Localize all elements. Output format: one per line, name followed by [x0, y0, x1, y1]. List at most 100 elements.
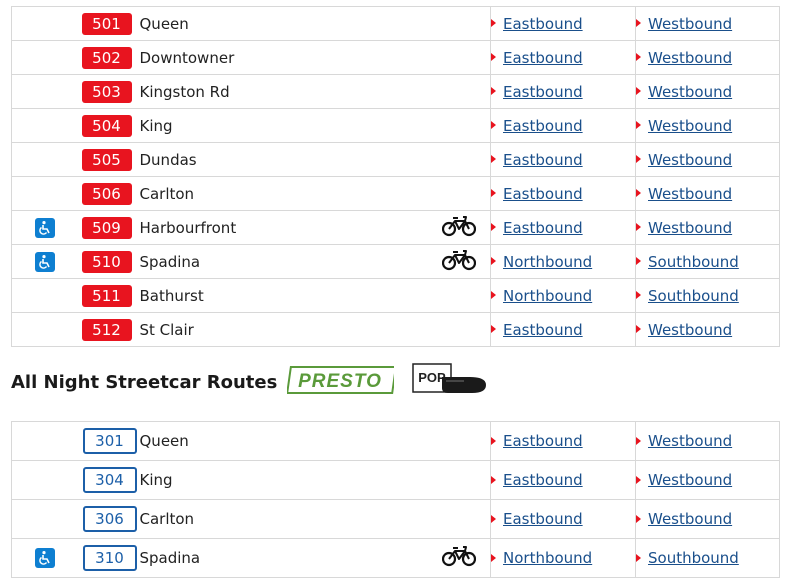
direction-2-link[interactable]: Westbound [648, 15, 732, 33]
route-number-badge[interactable]: 306 [82, 506, 137, 532]
route-number-badge[interactable]: 503 [81, 80, 132, 103]
presto-logo-text: PRESTO [298, 371, 382, 392]
bike-cell [439, 6, 491, 41]
red-triangle-arrow-icon [491, 121, 496, 129]
direction-2-cell: Westbound [635, 460, 780, 500]
route-number-badge[interactable]: 301 [82, 428, 137, 454]
direction-2-link[interactable]: Westbound [648, 83, 732, 101]
direction-1-link[interactable]: Northbound [503, 549, 592, 567]
night-routes-table: 301 Queen Eastbound Westbound 304 King E… [11, 421, 780, 578]
direction-1-link[interactable]: Eastbound [503, 321, 583, 339]
route-number-cell: 505 [79, 142, 140, 177]
direction-1-cell: Eastbound [490, 312, 636, 347]
direction-1-cell: Eastbound [490, 499, 636, 539]
route-number-cell: 506 [79, 176, 140, 211]
route-name-cell: Queen [139, 421, 440, 461]
direction-1-link[interactable]: Eastbound [503, 117, 583, 135]
route-number-cell: 304 [79, 460, 140, 500]
wheelchair-icon [35, 548, 55, 568]
route-name: Queen [139, 432, 189, 450]
red-triangle-arrow-icon [491, 553, 496, 562]
route-name-cell: Queen [139, 6, 440, 41]
red-triangle-arrow-icon [636, 436, 641, 445]
direction-2-link[interactable]: Westbound [648, 432, 732, 450]
direction-1-link[interactable]: Eastbound [503, 219, 583, 237]
route-number-badge[interactable]: 501 [81, 12, 132, 35]
direction-2-link[interactable]: Southbound [648, 549, 739, 567]
route-number-badge[interactable]: 512 [81, 318, 132, 341]
route-number-badge[interactable]: 504 [81, 114, 132, 137]
route-number-badge[interactable]: 505 [81, 148, 132, 171]
route-name-cell: Spadina [139, 244, 440, 279]
direction-1-link[interactable]: Eastbound [503, 83, 583, 101]
accessibility-cell [11, 176, 80, 211]
route-number-badge[interactable]: 304 [82, 467, 137, 493]
direction-1-link[interactable]: Eastbound [503, 49, 583, 67]
direction-2-cell: Westbound [635, 210, 780, 245]
red-triangle-arrow-icon [636, 87, 641, 95]
direction-1-link[interactable]: Northbound [503, 253, 592, 271]
bike-cell [439, 74, 491, 109]
bike-cell [439, 499, 491, 539]
route-number-badge[interactable]: 310 [82, 545, 137, 571]
direction-2-cell: Southbound [635, 278, 780, 313]
route-number-cell: 306 [79, 499, 140, 539]
table-row: 306 Carlton Eastbound Westbound [11, 499, 780, 539]
red-triangle-arrow-icon [491, 475, 496, 484]
route-number-badge[interactable]: 509 [81, 216, 132, 239]
route-number-badge[interactable]: 502 [81, 46, 132, 69]
table-row: 310 Spadina Northbound Southbound [11, 538, 780, 578]
red-triangle-arrow-icon [491, 223, 496, 231]
day-routes-table: 501 Queen Eastbound Westbound 502 Downto… [11, 6, 780, 347]
red-triangle-arrow-icon [636, 53, 641, 61]
table-row: 503 Kingston Rd Eastbound Westbound [11, 74, 780, 109]
direction-2-cell: Westbound [635, 421, 780, 461]
route-number-badge[interactable]: 510 [81, 250, 132, 273]
direction-2-link[interactable]: Westbound [648, 321, 732, 339]
direction-1-link[interactable]: Northbound [503, 287, 592, 305]
table-row: 510 Spadina Northbound Southbound [11, 244, 780, 279]
bicycle-icon [441, 215, 476, 241]
wheelchair-icon [35, 251, 55, 272]
accessibility-cell [11, 460, 80, 500]
direction-1-link[interactable]: Eastbound [503, 151, 583, 169]
route-name: Spadina [139, 252, 201, 271]
direction-2-link[interactable]: Westbound [648, 185, 732, 203]
route-number-badge[interactable]: 511 [81, 284, 132, 307]
direction-2-link[interactable]: Westbound [648, 219, 732, 237]
accessibility-cell [11, 278, 80, 313]
route-number-cell: 502 [79, 40, 140, 75]
direction-2-link[interactable]: Westbound [648, 49, 732, 67]
accessibility-cell [11, 421, 80, 461]
bike-cell [439, 108, 491, 143]
route-name: Kingston Rd [139, 82, 230, 101]
direction-1-link[interactable]: Eastbound [503, 15, 583, 33]
direction-2-link[interactable]: Westbound [648, 471, 732, 489]
direction-1-link[interactable]: Eastbound [503, 432, 583, 450]
red-triangle-arrow-icon [491, 189, 496, 197]
bike-cell [439, 278, 491, 313]
accessibility-cell [11, 244, 80, 279]
direction-2-cell: Westbound [635, 499, 780, 539]
direction-2-link[interactable]: Southbound [648, 253, 739, 271]
direction-2-cell: Southbound [635, 244, 780, 279]
direction-1-link[interactable]: Eastbound [503, 185, 583, 203]
direction-1-link[interactable]: Eastbound [503, 510, 583, 528]
route-name-cell: Kingston Rd [139, 74, 440, 109]
route-name: Dundas [139, 150, 197, 169]
route-number-cell: 501 [79, 6, 140, 41]
accessibility-cell [11, 108, 80, 143]
direction-1-cell: Eastbound [490, 210, 636, 245]
route-number-cell: 512 [79, 312, 140, 347]
direction-2-link[interactable]: Westbound [648, 117, 732, 135]
direction-2-link[interactable]: Westbound [648, 510, 732, 528]
accessibility-cell [11, 6, 80, 41]
table-row: 504 King Eastbound Westbound [11, 108, 780, 143]
direction-2-link[interactable]: Southbound [648, 287, 739, 305]
red-triangle-arrow-icon [491, 325, 496, 333]
route-number-badge[interactable]: 506 [81, 182, 132, 205]
direction-1-link[interactable]: Eastbound [503, 471, 583, 489]
route-name: Carlton [139, 184, 195, 203]
direction-2-link[interactable]: Westbound [648, 151, 732, 169]
route-name-cell: Dundas [139, 142, 440, 177]
